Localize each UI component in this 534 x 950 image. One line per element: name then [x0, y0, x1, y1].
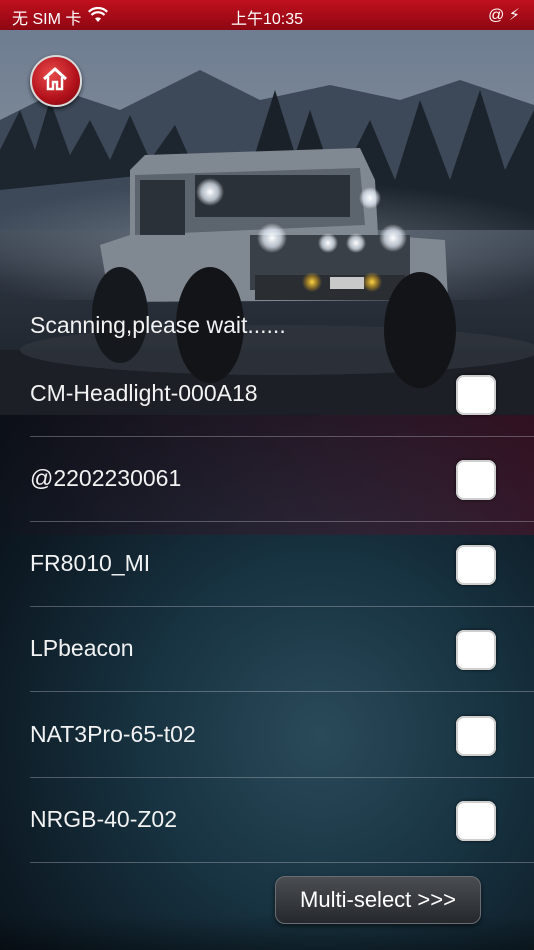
- device-row[interactable]: @2202230061: [0, 437, 534, 522]
- device-checkbox[interactable]: [456, 716, 496, 756]
- multi-select-button[interactable]: Multi-select >>>: [275, 876, 481, 924]
- device-row[interactable]: LPbeacon: [0, 607, 534, 692]
- device-checkbox[interactable]: [456, 545, 496, 585]
- row-divider: [30, 862, 534, 863]
- device-name: CM-Headlight-000A18: [30, 380, 258, 406]
- device-name: FR8010_MI: [30, 550, 151, 576]
- device-checkbox[interactable]: [456, 460, 496, 500]
- status-icons: @ ⚡: [488, 7, 520, 24]
- device-name: NAT3Pro-65-t02: [30, 721, 196, 747]
- device-row[interactable]: CM-Headlight-000A18: [0, 352, 534, 437]
- device-row[interactable]: FR8010_MI: [0, 522, 534, 607]
- device-name: LPbeacon: [30, 635, 134, 661]
- status-bar: 无 SIM 卡 上午10:35 @ ⚡: [0, 0, 534, 30]
- device-row[interactable]: NRGB-40-Z02: [0, 778, 534, 863]
- scan-status-text: Scanning,please wait......: [30, 312, 286, 338]
- device-row[interactable]: NAT3Pro-65-t02: [0, 693, 534, 778]
- device-name: NRGB-40-Z02: [30, 806, 177, 832]
- row-divider: [30, 691, 534, 692]
- home-icon: [42, 67, 68, 91]
- device-name: @2202230061: [30, 465, 182, 491]
- device-checkbox[interactable]: [456, 801, 496, 841]
- device-checkbox[interactable]: [456, 630, 496, 670]
- clock: 上午10:35: [230, 11, 304, 28]
- home-button[interactable]: [30, 55, 82, 107]
- device-checkbox[interactable]: [456, 375, 496, 415]
